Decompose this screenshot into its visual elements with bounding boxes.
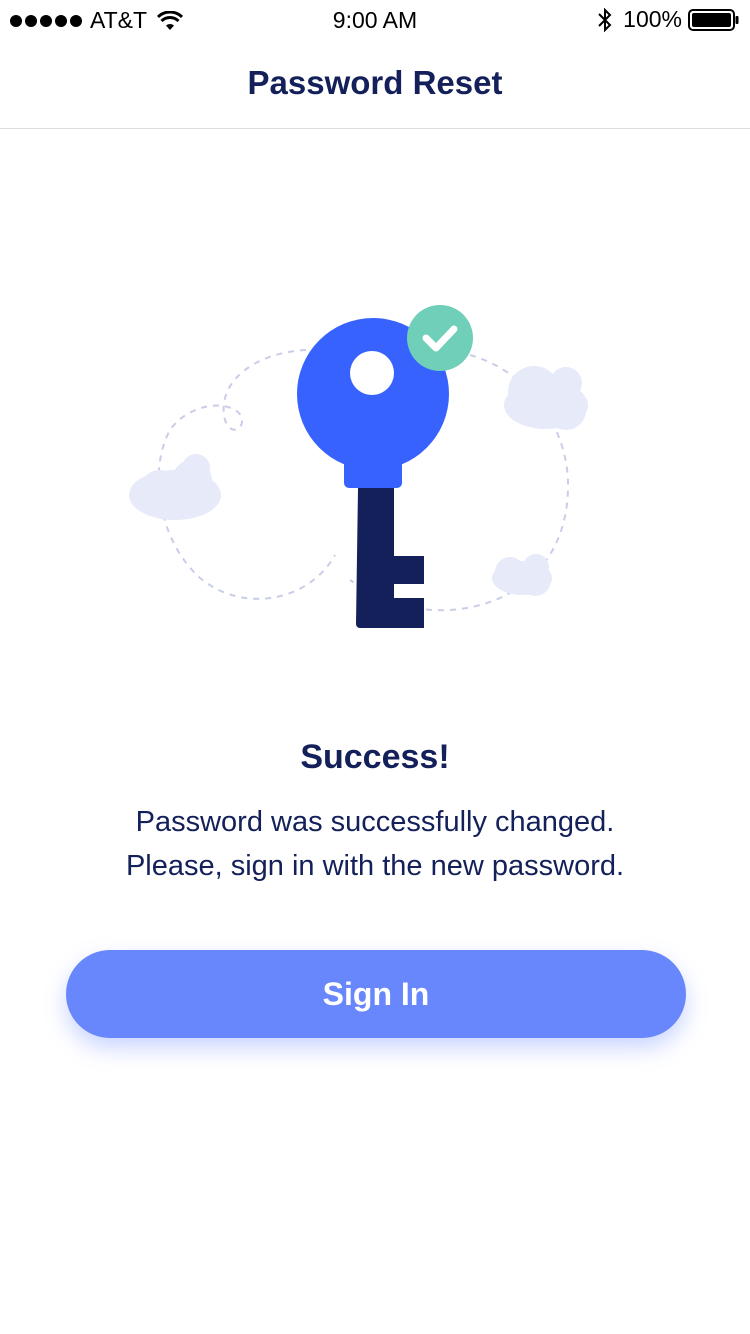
key-illustration — [129, 305, 588, 628]
message-line: Please, sign in with the new password. — [125, 850, 625, 882]
battery-percent: 100% — [623, 6, 682, 32]
status-right: 100% — [597, 6, 740, 33]
sign-in-button[interactable]: Sign In — [66, 950, 686, 1038]
bluetooth-icon — [598, 7, 612, 32]
navigation-bar: Password Reset — [0, 40, 750, 129]
success-message: Password was successfully changed. Pleas… — [60, 800, 690, 888]
success-title: Success! — [300, 738, 450, 776]
cloud-icon — [504, 366, 588, 430]
message-line: Password was successfully changed. — [135, 806, 615, 838]
cloud-icon — [492, 554, 552, 596]
status-bar: AT&T 9:00 AM 100% — [0, 0, 750, 40]
cloud-icon — [129, 454, 221, 520]
battery-icon — [688, 8, 739, 31]
page-title: Password Reset — [247, 64, 503, 101]
check-icon — [407, 305, 473, 371]
